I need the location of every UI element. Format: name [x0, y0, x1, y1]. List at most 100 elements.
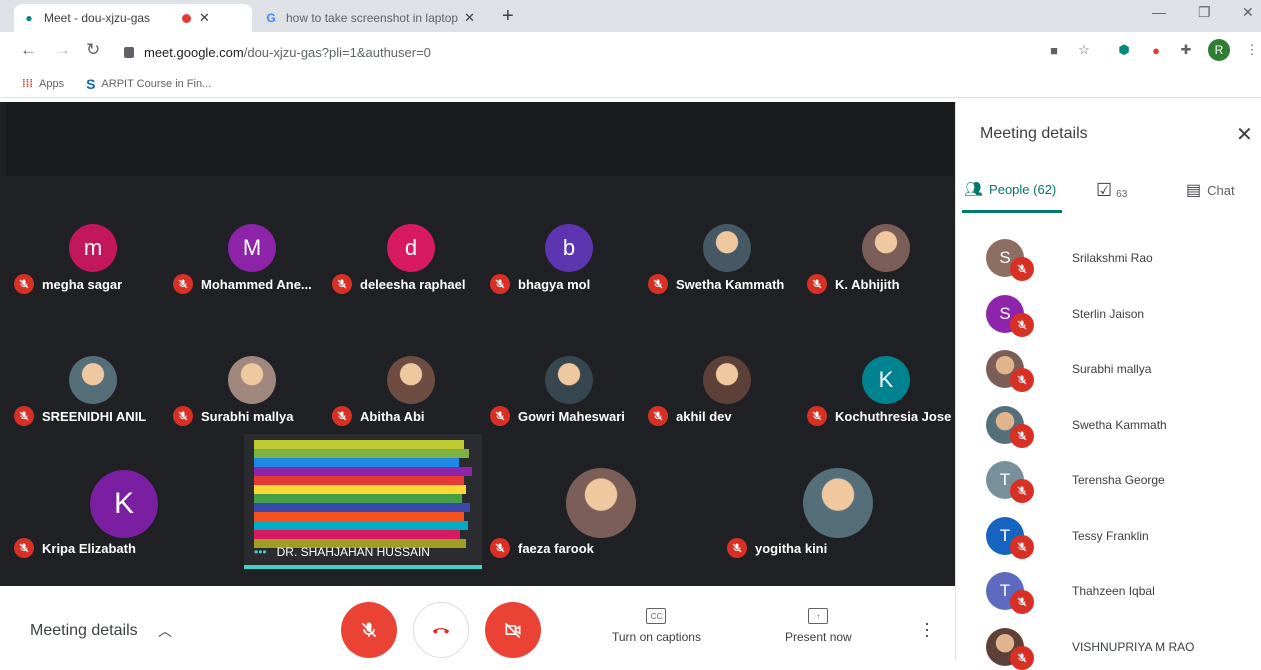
- camera-off-button[interactable]: [485, 602, 541, 658]
- participant-tile[interactable]: d deleesha raphael: [332, 214, 490, 344]
- browser-tab-strip: ● Meet - dou-xjzu-gas ✕ G how to take sc…: [0, 0, 1261, 32]
- person-name: VISHNUPRIYA M RAO: [1072, 639, 1195, 654]
- google-favicon-icon: G: [266, 11, 276, 25]
- tab-google-search[interactable]: G how to take screenshot in laptop ✕: [256, 4, 488, 32]
- leave-call-button[interactable]: [413, 602, 469, 658]
- participant-nameplate: K. Abhijith: [807, 274, 900, 294]
- participant-nameplate: megha sagar: [14, 274, 122, 294]
- address-bar[interactable]: meet.google.com /dou-xjzu-gas?pli=1&auth…: [112, 38, 1112, 66]
- window-close-icon[interactable]: ✕: [1242, 4, 1254, 21]
- participant-tile[interactable]: SREENIDHI ANIL: [14, 346, 172, 476]
- participant-tile[interactable]: b bhagya mol: [490, 214, 648, 344]
- arpit-s-icon: S: [86, 75, 96, 92]
- participant-nameplate: yogitha kini: [727, 538, 827, 558]
- people-list-item[interactable]: S Srilakshmi Rao: [986, 238, 1153, 281]
- meeting-details-panel: Meeting details ✕ 👥︎ People (62) ☑ 63 ▤ …: [955, 102, 1261, 670]
- panel-title: Meeting details: [980, 125, 1088, 142]
- person-avatar: [986, 350, 1034, 392]
- mic-off-icon: [361, 622, 377, 638]
- present-now-button[interactable]: ↑ Present now: [785, 608, 852, 644]
- mic-muted-icon: [1010, 645, 1034, 670]
- captions-button[interactable]: CC Turn on captions: [612, 608, 701, 644]
- presenter-options-icon[interactable]: •••: [254, 545, 267, 559]
- participant-name: bhagya mol: [518, 276, 591, 292]
- people-list-item[interactable]: T Terensha George: [986, 460, 1165, 503]
- meet-favicon-icon: ●: [25, 11, 33, 25]
- checklist-count: 63: [1116, 189, 1128, 200]
- bookmark-arpit[interactable]: S ARPIT Course in Fin...: [86, 76, 211, 92]
- tab-chat[interactable]: ▤ Chat: [1186, 180, 1235, 200]
- forward-icon[interactable]: →: [54, 40, 71, 60]
- participant-photo: [703, 356, 751, 404]
- participant-nameplate: SREENIDHI ANIL: [14, 406, 146, 426]
- participant-tile[interactable]: akhil dev: [648, 346, 806, 476]
- extensions-puzzle-icon[interactable]: ✚: [1178, 42, 1194, 58]
- participant-nameplate: Kochuthresia Jose: [807, 406, 951, 426]
- mic-muted-icon: [648, 406, 668, 426]
- closed-captions-icon: CC: [646, 608, 667, 624]
- mic-muted-icon: [1010, 423, 1034, 448]
- back-icon[interactable]: ←: [20, 40, 37, 60]
- people-list-item[interactable]: Surabhi mallya: [986, 349, 1151, 392]
- mic-muted-icon: [807, 274, 827, 294]
- hang-up-icon: [432, 628, 450, 634]
- person-avatar: T: [986, 572, 1034, 614]
- mic-muted-icon: [332, 274, 352, 294]
- presenter-tile[interactable]: ••• DR. SHAHJAHAN HUSSAIN: [244, 434, 482, 569]
- people-list-item[interactable]: VISHNUPRIYA M RAO: [986, 627, 1195, 670]
- people-list-item[interactable]: S Sterlin Jaison: [986, 294, 1144, 337]
- shield-extension-icon[interactable]: ⬢: [1116, 42, 1132, 58]
- participant-photo: [228, 356, 276, 404]
- bookmark-star-icon[interactable]: ☆: [1076, 42, 1092, 58]
- participant-name: deleesha raphael: [360, 276, 466, 292]
- microphone-off-button[interactable]: [341, 602, 397, 658]
- people-list-item[interactable]: T Tessy Franklin: [986, 516, 1149, 559]
- tab-people[interactable]: 👥︎ People (62): [964, 180, 1056, 198]
- participant-tile[interactable]: K. Abhijith: [807, 214, 965, 344]
- participant-name: megha sagar: [42, 276, 123, 292]
- person-avatar: T: [986, 516, 1034, 559]
- bookmark-label: ARPIT Course in Fin...: [101, 77, 212, 90]
- mic-muted-icon: [490, 274, 510, 294]
- bookmark-apps[interactable]: ⁞⁞⁞ Apps: [22, 78, 64, 90]
- participant-tile[interactable]: m megha sagar: [14, 214, 172, 344]
- stage-top-area: [6, 102, 955, 176]
- participant-name: Gowri Maheswari: [518, 408, 625, 424]
- presenter-name: DR. SHAHJAHAN HUSSAIN: [276, 545, 430, 559]
- person-name: Srilakshmi Rao: [1072, 251, 1153, 265]
- camera-icon[interactable]: ■: [1046, 42, 1062, 58]
- people-list-item[interactable]: T Thahzeen Iqbal: [986, 571, 1155, 614]
- participant-photo: [566, 468, 636, 538]
- meeting-details-toggle[interactable]: Meeting details: [30, 622, 138, 640]
- mic-muted-icon: [1010, 312, 1034, 337]
- tab-meet[interactable]: ● Meet - dou-xjzu-gas ✕: [14, 4, 252, 32]
- people-list-item[interactable]: Swetha Kammath: [986, 405, 1167, 448]
- person-name: Swetha Kammath: [1072, 417, 1167, 432]
- chat-tab-label: Chat: [1207, 182, 1235, 198]
- browser-menu-icon[interactable]: ⋮: [1244, 42, 1260, 58]
- more-options-icon[interactable]: · · ·: [924, 614, 930, 644]
- participant-name: Abitha Abi: [360, 408, 425, 424]
- participant-tile[interactable]: M Mohammed Ane...: [173, 214, 331, 344]
- tab-title: Meet - dou-xjzu-gas: [44, 11, 151, 25]
- apps-grid-icon: ⁞⁞⁞: [22, 77, 33, 90]
- close-tab-icon[interactable]: ✕: [199, 10, 210, 26]
- participant-tile[interactable]: Gowri Maheswari: [490, 346, 648, 476]
- participant-name: Kochuthresia Jose: [835, 408, 952, 424]
- participant-tile[interactable]: K Kochuthresia Jose: [807, 346, 965, 476]
- reload-icon[interactable]: ↻: [86, 40, 100, 60]
- participant-tile[interactable]: Swetha Kammath: [648, 214, 806, 344]
- tab-checklist[interactable]: ☑ 63: [1096, 180, 1127, 201]
- close-panel-icon[interactable]: ✕: [1236, 122, 1253, 147]
- participant-avatar: b: [545, 224, 593, 272]
- chevron-up-icon[interactable]: ︿: [158, 621, 172, 641]
- maximize-icon[interactable]: ❐: [1198, 4, 1211, 21]
- close-tab-icon[interactable]: ✕: [464, 10, 475, 26]
- profile-avatar[interactable]: R: [1208, 39, 1230, 61]
- participant-nameplate: deleesha raphael: [332, 274, 466, 294]
- new-tab-icon[interactable]: +: [502, 5, 514, 28]
- mic-muted-icon: [1010, 257, 1034, 281]
- participant-avatar: K: [862, 356, 910, 404]
- extension-red-icon[interactable]: ●: [1148, 42, 1164, 58]
- minimize-icon[interactable]: —: [1152, 4, 1166, 20]
